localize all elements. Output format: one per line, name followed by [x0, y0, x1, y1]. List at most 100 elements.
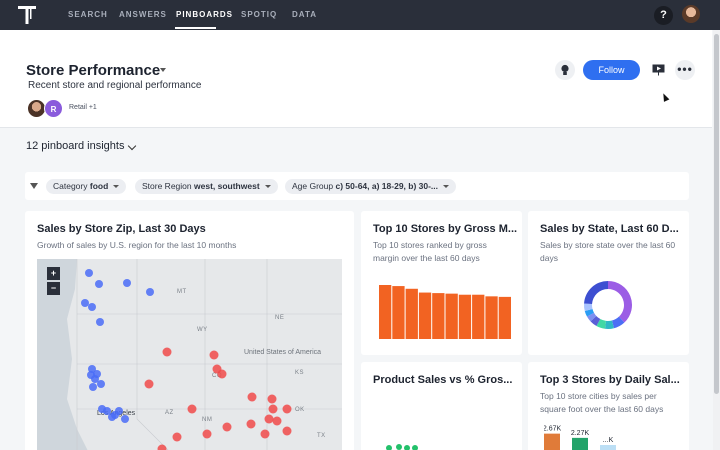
filter-chip-age-group[interactable]: Age Group c) 50-64, a) 18-29, b) 30-...	[285, 179, 457, 194]
store-dot	[96, 318, 104, 326]
bar	[572, 437, 588, 450]
store-dot	[97, 380, 105, 388]
nav-answers[interactable]: ANSWERS	[119, 10, 167, 19]
zoom-out-button[interactable]: −	[47, 282, 60, 295]
store-dot	[162, 347, 172, 357]
filter-chip-category[interactable]: Category food	[46, 179, 127, 194]
card-title: Product Sales vs % Gros...	[373, 374, 513, 386]
top-nav-bar	[0, 0, 720, 30]
card-sales-by-zip[interactable]: Sales by Store Zip, Last 30 Days Growth …	[25, 211, 354, 450]
tags-label[interactable]: Retail +1	[69, 104, 97, 111]
store-dot	[246, 419, 256, 429]
active-tab-indicator	[175, 27, 216, 29]
store-dot	[81, 299, 89, 307]
map-label: TX	[317, 433, 326, 439]
store-dot	[264, 414, 274, 424]
bar-value-label: 2.27K	[571, 430, 590, 437]
card-top-10-stores[interactable]: Top 10 Stores by Gross M... Top 10 store…	[361, 211, 522, 355]
present-icon[interactable]	[648, 60, 668, 80]
store-dot	[123, 279, 131, 287]
insights-count[interactable]: 12 pinboard insights	[26, 140, 124, 152]
store-dot	[267, 394, 277, 404]
store-dot	[217, 369, 227, 379]
bar	[498, 296, 511, 339]
us-map[interactable]: MT WY CO NE KS OK TX NM AZ United States…	[37, 259, 342, 450]
map-label: OK	[295, 407, 305, 413]
bar	[432, 293, 445, 339]
store-dot	[209, 350, 219, 360]
shared-user-avatar[interactable]: R	[44, 99, 63, 118]
store-dot	[222, 422, 232, 432]
card-description: Sales by store state over the last 60 da…	[540, 240, 676, 263]
page-title[interactable]: Store Performance	[26, 62, 160, 79]
store-dot	[85, 269, 93, 277]
bar	[472, 294, 485, 339]
top10-bar-chart[interactable]	[379, 285, 511, 339]
store-dot	[89, 383, 97, 391]
card-sales-by-state[interactable]: Sales by State, Last 60 D... Sales by st…	[528, 211, 689, 355]
store-dot	[272, 416, 282, 426]
map-label: AZ	[165, 410, 174, 416]
product-scatter-preview	[386, 444, 418, 450]
nav-pinboards[interactable]: PINBOARDS	[176, 10, 233, 19]
nav-spotiq[interactable]: SPOTIQ	[241, 10, 277, 19]
store-dot	[187, 404, 197, 414]
card-title: Top 10 Stores by Gross M...	[373, 223, 518, 235]
nav-data[interactable]: DATA	[292, 10, 317, 19]
store-dot	[115, 407, 123, 415]
store-dot	[95, 280, 103, 288]
lightbulb-icon[interactable]	[555, 60, 575, 80]
store-dot	[268, 404, 278, 414]
map-label: KS	[295, 370, 304, 376]
card-title: Sales by Store Zip, Last 30 Days	[37, 223, 206, 235]
store-dot	[282, 426, 292, 436]
bar	[379, 285, 392, 339]
store-dot	[157, 444, 167, 450]
map-label-country: United States of America	[244, 349, 321, 356]
card-product-sales[interactable]: Product Sales vs % Gros...	[361, 362, 522, 450]
card-top-3-stores[interactable]: Top 3 Stores by Daily Sal... Top 10 stor…	[528, 362, 689, 450]
map-label: NM	[202, 417, 212, 423]
card-title: Top 3 Stores by Daily Sal...	[540, 374, 680, 386]
bar	[544, 433, 560, 450]
store-dot	[260, 429, 270, 439]
bar	[458, 294, 472, 339]
top3-bar-chart[interactable]: 2.67K 2.27K ...K	[544, 422, 654, 450]
nav-search[interactable]: SEARCH	[68, 10, 108, 19]
store-dot	[87, 371, 95, 379]
donut-slice	[584, 281, 608, 304]
page-subtitle: Recent store and regional performance	[28, 80, 202, 91]
bar	[445, 293, 458, 339]
card-description: Top 10 store cities by sales per square …	[540, 391, 664, 414]
help-button[interactable]: ?	[654, 6, 673, 25]
filter-chip-store-region[interactable]: Store Region west, southwest	[135, 179, 278, 194]
store-dot	[146, 288, 154, 296]
map-label: NE	[275, 315, 284, 321]
map-label: WY	[197, 327, 208, 333]
map-canvas: MT WY CO NE KS OK TX NM AZ United States…	[37, 259, 342, 450]
store-dot	[144, 379, 154, 389]
thoughtspot-logo-icon[interactable]	[17, 5, 37, 25]
filter-icon	[30, 183, 38, 189]
bar	[418, 292, 432, 339]
card-description: Growth of sales by U.S. region for the l…	[37, 240, 237, 250]
follow-button[interactable]: Follow	[583, 60, 640, 80]
title-dropdown-icon[interactable]	[160, 68, 166, 72]
store-dot	[121, 415, 129, 423]
insights-chevron-down-icon[interactable]	[127, 141, 137, 151]
zoom-in-button[interactable]: +	[47, 267, 60, 280]
bar	[600, 445, 616, 450]
scrollbar-thumb[interactable]	[714, 34, 719, 394]
bar	[485, 296, 498, 339]
bar	[405, 288, 418, 339]
card-title: Sales by State, Last 60 D...	[540, 223, 679, 235]
user-avatar[interactable]	[682, 5, 700, 23]
store-dot	[282, 404, 292, 414]
bar-value-label: ...K	[603, 437, 614, 444]
state-donut-chart[interactable]	[582, 279, 634, 331]
store-dot	[247, 392, 257, 402]
store-dot	[202, 429, 212, 439]
donut-slice	[608, 281, 632, 323]
more-options-button[interactable]: •••	[675, 60, 695, 80]
store-dot	[172, 432, 182, 442]
